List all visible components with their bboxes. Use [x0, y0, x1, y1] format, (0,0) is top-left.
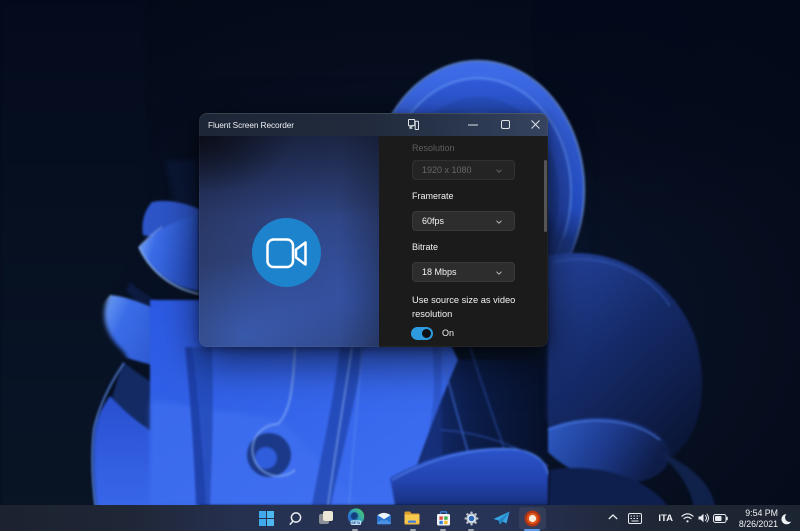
- svg-text:BETA: BETA: [351, 521, 361, 525]
